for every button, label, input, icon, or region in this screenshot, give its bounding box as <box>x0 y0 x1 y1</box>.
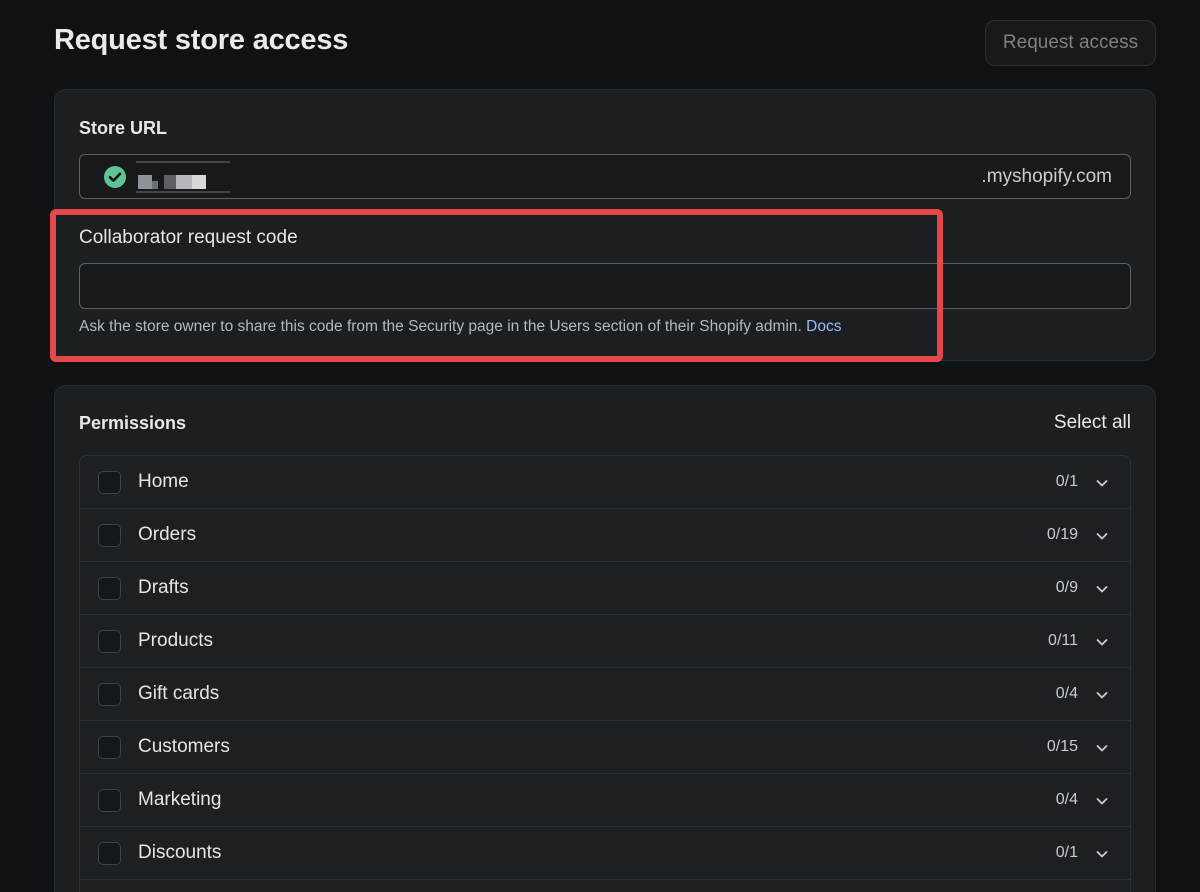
permission-count: 0/4 <box>1055 791 1078 808</box>
permissions-card: Permissions Select all Home 0/1 Orders 0/19… <box>54 385 1156 892</box>
request-access-button[interactable]: Request access <box>985 20 1156 66</box>
chevron-down-icon[interactable] <box>1094 793 1110 809</box>
permission-checkbox[interactable] <box>98 789 121 812</box>
permission-checkbox[interactable] <box>98 524 121 547</box>
permission-label: Discounts <box>138 842 222 863</box>
permission-row[interactable]: Orders 0/19 <box>80 509 1130 562</box>
permissions-list: Home 0/1 Orders 0/19 Drafts 0/9 Products 0/11 Gi… <box>79 455 1131 892</box>
permission-row[interactable]: Discounts 0/1 <box>80 827 1130 880</box>
chevron-down-icon[interactable] <box>1094 740 1110 756</box>
permission-checkbox[interactable] <box>98 577 121 600</box>
redacted-store-name <box>136 161 230 193</box>
chevron-down-icon[interactable] <box>1094 475 1110 491</box>
permission-row[interactable]: Gift cards 0/4 <box>80 668 1130 721</box>
permission-label: Products <box>138 630 213 651</box>
permission-checkbox[interactable] <box>98 683 121 706</box>
permission-row[interactable]: Home 0/1 <box>80 456 1130 509</box>
collaborator-code-input[interactable] <box>79 263 1131 309</box>
permissions-title: Permissions <box>79 413 187 433</box>
permission-count: 0/15 <box>1046 738 1078 755</box>
permission-count: 0/19 <box>1046 526 1078 543</box>
chevron-down-icon[interactable] <box>1094 528 1110 544</box>
collaborator-help-text: Ask the store owner to share this code f… <box>79 318 841 336</box>
url-suffix: .myshopify.com <box>981 166 1112 187</box>
store-card: Store URL .myshopify.com Collaborator re… <box>54 89 1156 361</box>
permission-label: Gift cards <box>138 683 220 704</box>
permission-row[interactable]: Customers 0/15 <box>80 721 1130 774</box>
permission-count: 0/1 <box>1055 844 1078 861</box>
help-text: Ask the store owner to share this code f… <box>79 318 807 335</box>
collaborator-code-label: Collaborator request code <box>79 227 298 248</box>
permission-label: Home <box>138 471 189 492</box>
chevron-down-icon[interactable] <box>1094 634 1110 650</box>
chevron-down-icon[interactable] <box>1094 846 1110 862</box>
permission-label: Orders <box>138 524 197 545</box>
permission-count: 0/1 <box>1055 473 1078 490</box>
store-url-field[interactable]: .myshopify.com <box>79 154 1131 199</box>
check-circle-icon <box>104 166 126 188</box>
permission-row[interactable]: Products 0/11 <box>80 615 1130 668</box>
permission-row[interactable]: Marketing 0/4 <box>80 774 1130 827</box>
store-url-label: Store URL <box>79 118 168 138</box>
permission-checkbox[interactable] <box>98 630 121 653</box>
permission-checkbox[interactable] <box>98 842 121 865</box>
page-title: Request store access <box>54 24 349 56</box>
permission-label: Marketing <box>138 789 222 810</box>
permission-count: 0/11 <box>1048 632 1078 649</box>
permission-label: Drafts <box>138 577 189 598</box>
select-all-button[interactable]: Select all <box>1054 412 1131 434</box>
permission-row[interactable]: Drafts 0/9 <box>80 562 1130 615</box>
chevron-down-icon[interactable] <box>1094 687 1110 703</box>
docs-link[interactable]: Docs <box>806 318 841 335</box>
permission-label: Customers <box>138 736 230 757</box>
permission-count: 0/9 <box>1055 579 1078 596</box>
chevron-down-icon[interactable] <box>1094 581 1110 597</box>
permission-checkbox[interactable] <box>98 471 121 494</box>
permission-checkbox[interactable] <box>98 736 121 759</box>
permission-count: 0/4 <box>1055 685 1078 702</box>
